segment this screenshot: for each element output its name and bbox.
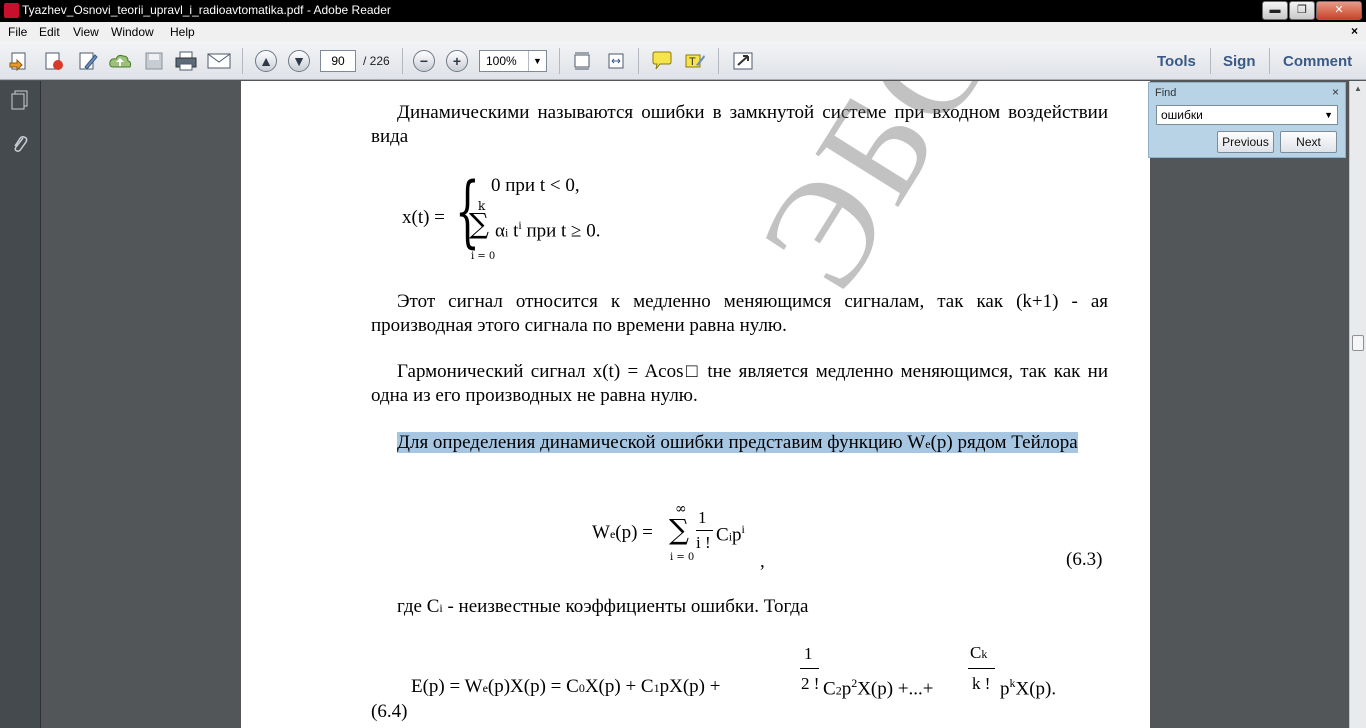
menu-view[interactable]: View [73, 25, 99, 39]
save-icon[interactable] [142, 50, 166, 72]
sign-link[interactable]: Sign [1223, 53, 1256, 70]
menu-bar: File Edit View Window Help × [0, 22, 1366, 42]
edit-pdf-icon[interactable] [76, 50, 100, 72]
document-page: Динамическими называются ошибки в замкну… [241, 81, 1150, 728]
chevron-down-icon[interactable]: ▼ [1324, 106, 1333, 124]
formula-63-rhs: Cipi [716, 522, 745, 546]
search-highlight: Для определения динамической ошибки пред… [397, 432, 1078, 453]
scroll-up-icon[interactable]: ▲ [1350, 81, 1366, 97]
email-icon[interactable] [207, 50, 231, 72]
minimize-button[interactable]: ▬ [1262, 1, 1288, 20]
menu-window[interactable]: Window [111, 25, 154, 39]
svg-text:T: T [689, 56, 696, 68]
formula-63-frac-num: 1 [698, 508, 707, 527]
menu-help[interactable]: Help [170, 25, 195, 39]
zoom-select[interactable]: 100% ▼ [479, 50, 547, 72]
formula-64-tail: pkX(p). [1000, 676, 1057, 700]
fit-page-icon[interactable] [570, 50, 594, 72]
page-number-input[interactable]: 90 [320, 50, 356, 72]
scrollbar-thumb[interactable] [1352, 335, 1364, 351]
find-query: ошибки [1161, 108, 1203, 122]
sticky-note-icon[interactable] [650, 50, 674, 72]
formula-64-frac2-num: Ck [970, 643, 988, 662]
close-button[interactable]: ✕ [1316, 1, 1362, 20]
attachments-icon[interactable] [9, 133, 31, 155]
find-close-icon[interactable]: × [1332, 85, 1339, 99]
highlight-text-icon[interactable]: T [683, 50, 707, 72]
paragraph-4-highlighted: Для определения динамической ошибки пред… [371, 431, 1108, 456]
menu-file[interactable]: File [8, 25, 27, 39]
comment-link[interactable]: Comment [1283, 53, 1352, 70]
navigation-panel [0, 81, 41, 728]
formula-63-comma: , [760, 551, 765, 572]
paragraph-3: Гармонический сигнал x(t) = Acos□ tне яв… [371, 361, 1108, 406]
maximize-button[interactable]: ❐ [1289, 1, 1315, 20]
formula-64-frac1-den: 2 ! [801, 674, 820, 693]
menu-edit[interactable]: Edit [39, 25, 60, 39]
vertical-scrollbar[interactable]: ▲ [1349, 81, 1366, 728]
open-icon[interactable] [8, 50, 32, 72]
find-previous-button[interactable]: Previous [1217, 131, 1274, 153]
find-next-button[interactable]: Next [1280, 131, 1337, 153]
zoom-out-icon[interactable]: − [413, 50, 435, 72]
formula-case-2: αi ti при t ≥ 0. [495, 218, 601, 242]
equation-number-6-3: (6.3) [1066, 549, 1103, 570]
formula-63-sum-bottom: i = 0 [670, 552, 695, 563]
formula-63-sum-symbol: ∑ [669, 513, 689, 546]
expand-icon[interactable] [731, 50, 755, 72]
print-icon[interactable] [174, 50, 198, 72]
page-total: / 226 [363, 54, 390, 68]
cloud-upload-icon[interactable] [108, 50, 132, 72]
formula-64-main: E(p) = We(p)X(p) = C0X(p) + C1pX(p) + [411, 676, 721, 697]
next-page-icon[interactable]: ▼ [288, 50, 310, 72]
zoom-value: 100% [486, 54, 517, 68]
chevron-down-icon[interactable]: ▼ [528, 51, 546, 71]
formula-64-frac1-num: 1 [804, 644, 813, 663]
title-bar: Tyazhev_Osnovi_teorii_upravl_i_radioavto… [0, 0, 1366, 22]
previous-page-icon[interactable]: ▲ [255, 50, 277, 72]
document-close-icon[interactable]: × [1351, 24, 1358, 38]
formula-64-middle: C2p2X(p) +...+ [823, 676, 934, 700]
find-input[interactable]: ошибки ▼ [1156, 105, 1338, 125]
adobe-reader-icon [4, 3, 19, 18]
formula-x-t-lhs: x(t) = [402, 207, 445, 228]
find-title: Find [1155, 87, 1177, 99]
toolbar: ▲ ▼ 90 / 226 − + 100% ▼ T Tools Sign Com… [0, 42, 1366, 80]
formula-case-1: 0 при t < 0, [491, 175, 580, 196]
formula-we-lhs: We(p) = [592, 522, 653, 543]
tools-link[interactable]: Tools [1157, 53, 1196, 70]
formula-sum-symbol: ∑ [469, 207, 489, 240]
window-title: Tyazhev_Osnovi_teorii_upravl_i_radioavto… [22, 3, 391, 17]
create-pdf-icon[interactable] [42, 50, 66, 72]
find-panel: Find × ошибки ▼ Previous Next [1148, 82, 1346, 158]
formula-63-frac-den: i ! [696, 533, 711, 552]
formula-64-frac2-den: k ! [972, 674, 991, 693]
formula-sum-bottom: i = 0 [471, 251, 496, 262]
page-thumbnails-icon[interactable] [9, 89, 31, 111]
fit-width-icon[interactable] [604, 50, 628, 72]
paragraph-2: Этот сигнал относится к медленно меняющи… [371, 291, 1108, 336]
zoom-in-icon[interactable]: + [446, 50, 468, 72]
equation-number-6-4: (6.4) [371, 701, 408, 722]
paragraph-5: где Ci - неизвестные коэффициенты ошибки… [397, 596, 809, 617]
